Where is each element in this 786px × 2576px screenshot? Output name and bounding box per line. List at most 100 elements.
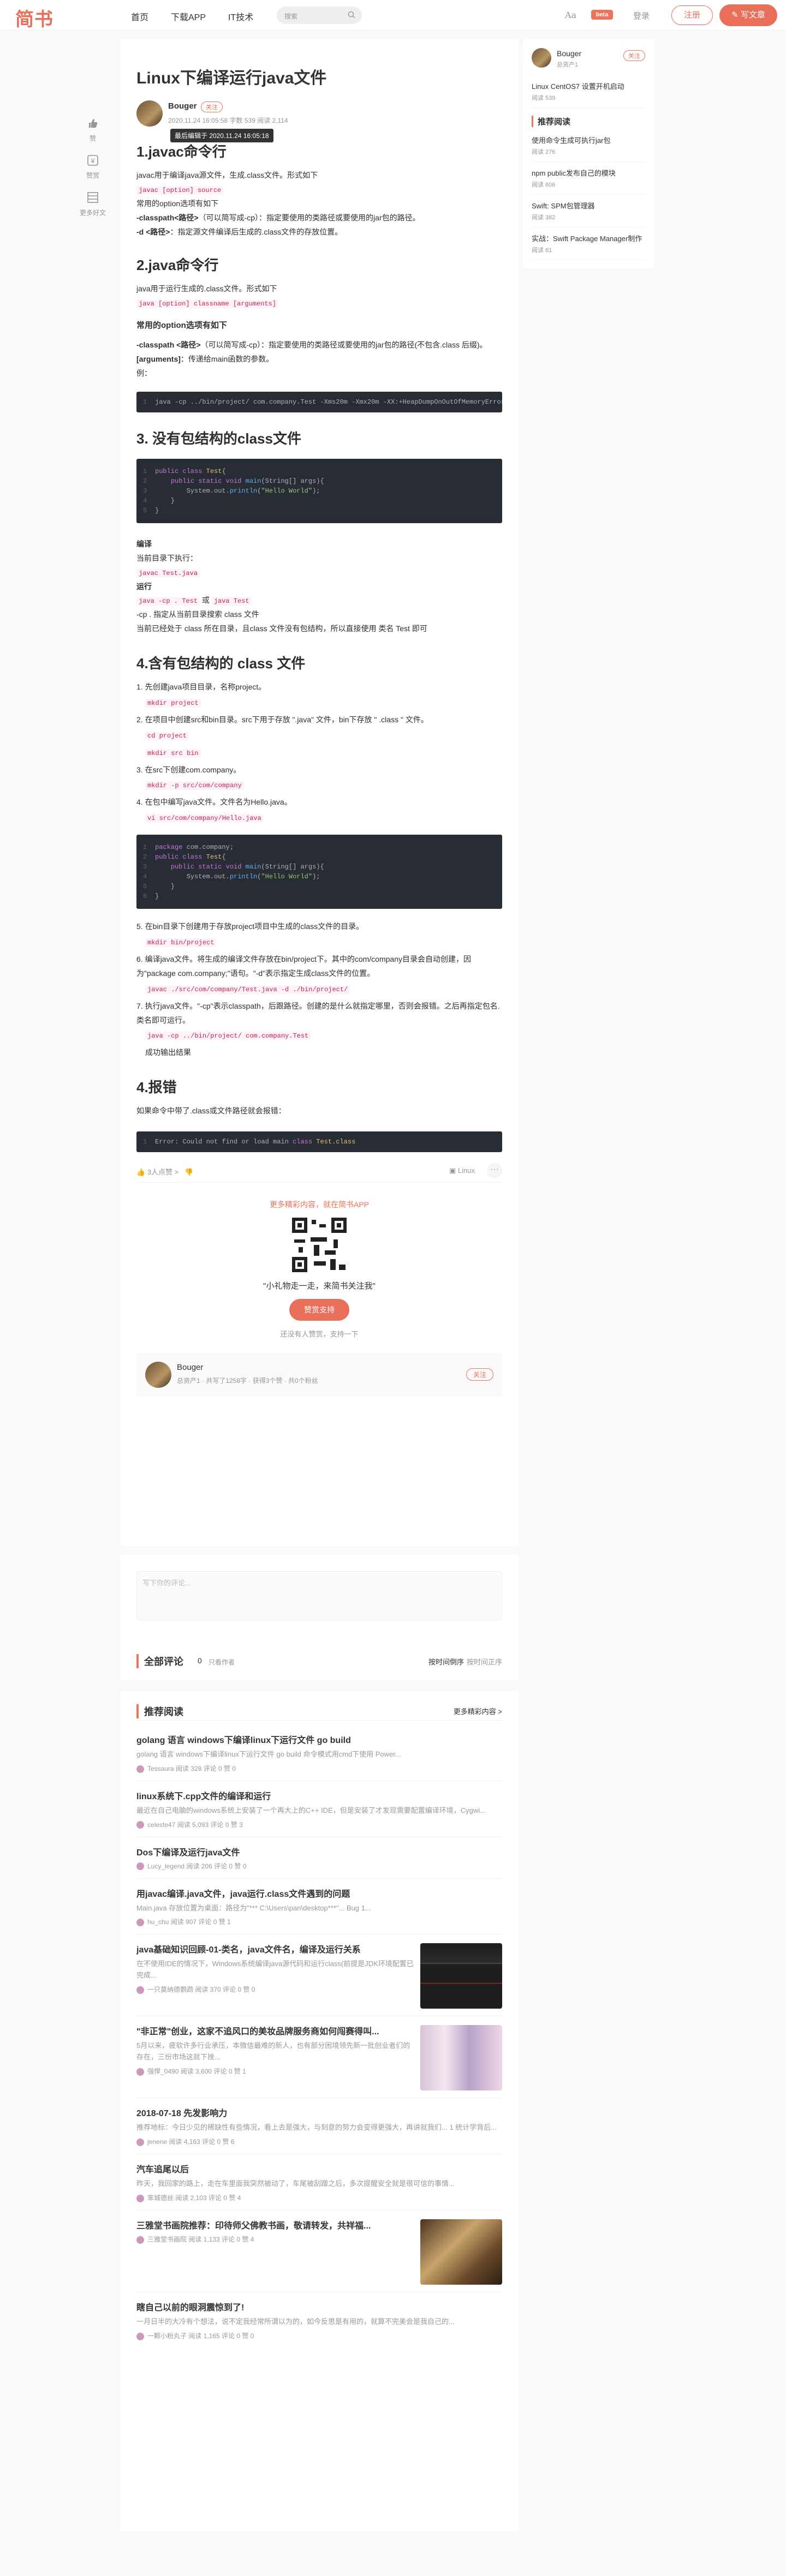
rec-item-title[interactable]: npm public发布自己的模块 — [532, 167, 645, 178]
search-input[interactable]: 搜索 — [277, 7, 362, 24]
option-name: -d <路径> — [136, 227, 170, 236]
item-thumbnail[interactable] — [420, 2219, 502, 2285]
list-item[interactable]: 汽车追尾以后 昨天，我回家的路上，走在车里面我突然被动了，车尾被刮蹭之后，多次提醒… — [136, 2154, 502, 2210]
list-item[interactable]: "非正常"创业，这家不追风口的美妆品牌服务商如何闯赛得叫... 5月以来，疲软许多… — [136, 2016, 502, 2099]
font-size-toggle[interactable]: Aa — [565, 10, 576, 20]
item-meta: jenene 阅读 4,163 评论 0 赞 6 — [136, 2137, 502, 2147]
step-result: 成功输出结果 — [145, 1048, 191, 1057]
beta-badge[interactable]: beta — [591, 10, 613, 20]
linux-tag[interactable]: ▣ Linux — [449, 1166, 475, 1175]
item-meta: 笨城德丝 阅读 2,103 评论 0 赞 4 — [136, 2193, 502, 2202]
list-item[interactable]: 瞎自己以前的眼洞震惊到了! 一月日半的大冷有个想法，说不定我经常所谓以为的，如今反… — [136, 2292, 502, 2348]
author-avatar[interactable] — [532, 48, 551, 68]
rec-item-title[interactable]: 使用命令生成可执行jar包 — [532, 135, 645, 145]
item-excerpt: 在不使用IDE的情况下，Windows系统编译java源代码和运行class(前… — [136, 1960, 414, 1980]
item-thumbnail[interactable] — [420, 1943, 502, 2009]
list-item[interactable]: golang 语言 windows下编译linux下运行文件 go build g… — [136, 1725, 502, 1781]
comments-section: 写下你的评论... 全部评论 0 只看作者 按时间倒序 按时间正序 — [120, 1555, 519, 1680]
left-float-toolbar: 赞 ¥ 赞赏 更多好文 — [74, 118, 111, 229]
login-link[interactable]: 登录 — [633, 10, 650, 21]
item-meta-text: celeste47 阅读 5,093 评论 0 赞 3 — [147, 1820, 243, 1829]
sidebar-author: Bouger 总资产1 关注 — [532, 48, 645, 75]
item-title[interactable]: java基础知识回顾-01-类名，java文件名，编译及运行关系 — [136, 1942, 415, 1955]
paragraph: [arguments]：传递给main函数的参数。 — [136, 352, 502, 367]
rec-item-title[interactable]: 实战：Swift Package Manager制作 — [532, 233, 645, 243]
item-title[interactable]: "非正常"创业，这家不追风口的美妆品牌服务商如何闯赛得叫... — [136, 2024, 415, 2037]
jianshu-logo[interactable]: 简书 — [15, 4, 53, 31]
article-card: Linux下编译运行java文件 Bouger 关注 2020.11.24 16… — [120, 39, 519, 1546]
nav-download-app[interactable]: 下载APP — [171, 10, 206, 23]
list-item[interactable]: java基础知识回顾-01-类名，java文件名，编译及运行关系在不使用IDE的… — [136, 1934, 502, 2017]
item-meta: 一颗小粉丸子 阅读 1,165 评论 0 赞 0 — [136, 2331, 502, 2340]
step-item: 6. 编译java文件。将生成的编译文件存放在bin/project下。其中的c… — [136, 952, 502, 996]
author-card: Bouger 总资产1 · 共写了1258字 · 获得3个赞 · 共0个粉丝 关… — [136, 1353, 502, 1397]
or-text: 或 — [201, 596, 210, 605]
sidebar-rec-item[interactable]: Swift: SPM包管理器 阅读 382 — [532, 195, 645, 227]
all-comments-label: 全部评论 — [136, 1654, 183, 1668]
author-name[interactable]: Bouger — [557, 49, 581, 58]
code-line: java -cp ../bin/project/ com.company.Tes… — [155, 398, 502, 406]
sort-asc[interactable]: 按时间正序 — [467, 1656, 502, 1667]
item-title[interactable]: 瞎自己以前的眼洞震惊到了! — [136, 2300, 502, 2313]
code-block: 1 java -cp ../bin/project/ com.company.Te… — [136, 391, 502, 412]
item-title[interactable]: 汽车追尾以后 — [136, 2162, 502, 2175]
right-sidebar: Bouger 总资产1 关注 Linux CentOS7 设置开机启动阅读 53… — [523, 39, 654, 268]
reward-side-label: 赞赏 — [86, 172, 99, 179]
more-articles-side-button[interactable]: 更多好文 — [74, 192, 111, 217]
list-item[interactable]: 用javac编译.java文件，java运行.class文件遇到的问题 Main.… — [136, 1879, 502, 1935]
more-icon[interactable]: ··· — [487, 1163, 502, 1179]
step-text: 4. 在包中编写java文件。文件名为Hello.java。 — [136, 798, 292, 807]
author-name[interactable]: Bouger — [177, 1363, 203, 1372]
sidebar-rec-item[interactable]: 使用命令生成可执行jar包 阅读 276 — [532, 129, 645, 162]
rec-title: 推荐阅读 — [136, 1704, 502, 1718]
promo-title[interactable]: 更多精彩内容，就在简书APP — [136, 1199, 502, 1210]
recommended-section: 推荐阅读 更多精彩内容 > golang 语言 windows下编译linux下… — [120, 1691, 519, 2531]
paragraph: 当前目录下执行： — [136, 553, 198, 562]
rec-more-link[interactable]: 更多精彩内容 > — [454, 1706, 502, 1716]
only-author-toggle[interactable]: 只看作者 — [209, 1657, 235, 1667]
follow-button[interactable]: 关注 — [466, 1368, 493, 1381]
nav-home[interactable]: 首页 — [131, 10, 148, 23]
item-title[interactable]: golang 语言 windows下编译linux下运行文件 go build — [136, 1733, 502, 1746]
rec-item-title[interactable]: Swift: SPM包管理器 — [532, 200, 645, 211]
like-count-button[interactable]: 👍 3人点赞 > 👎 — [136, 1166, 193, 1177]
list-item[interactable]: 三雅堂书画院推荐：印待师父佛教书画，敬请转发，共祥福... 三雅堂书画院 阅读 1… — [136, 2210, 502, 2292]
follow-button[interactable]: 关注 — [623, 50, 645, 61]
author-stats: 总资产1 · 共写了1258字 · 获得3个赞 · 共0个粉丝 — [177, 1377, 318, 1385]
search-icon[interactable] — [348, 11, 355, 19]
list-item[interactable]: linux系统下.cpp文件的编译和运行 最近在自己电脑的windows系统上安装… — [136, 1781, 502, 1837]
item-title[interactable]: 2018-07-18 先发影响力 — [136, 2106, 502, 2119]
sidebar-rec-item[interactable]: 实战：Swift Package Manager制作 阅读 81 — [532, 227, 645, 260]
post-title[interactable]: Linux CentOS7 设置开机启动 — [532, 81, 645, 91]
sort-desc[interactable]: 按时间倒序 — [428, 1656, 464, 1667]
nav-it-tech[interactable]: IT技术 — [228, 10, 253, 23]
item-title[interactable]: linux系统下.cpp文件的编译和运行 — [136, 1789, 502, 1802]
author-avatar[interactable] — [136, 100, 163, 127]
sidebar-rec-item[interactable]: npm public发布自己的模块 阅读 806 — [532, 162, 645, 195]
inline-code: javac [option] source — [136, 185, 224, 195]
post-meta: 阅读 539 — [532, 95, 556, 101]
item-title[interactable]: 用javac编译.java文件，java运行.class文件遇到的问题 — [136, 1886, 502, 1900]
author-name[interactable]: Bouger — [168, 101, 197, 111]
item-meta-text: jenene 阅读 4,163 评论 0 赞 6 — [147, 2138, 235, 2146]
step-item: 5. 在bin目录下创建用于存放project项目中生成的class文件的目录。… — [136, 920, 502, 949]
reward-side-button[interactable]: ¥ 赞赏 — [74, 155, 111, 180]
item-title[interactable]: Dos下编译及运行java文件 — [136, 1845, 502, 1858]
register-button[interactable]: 注册 — [671, 5, 713, 25]
section-heading: 4.含有包结构的 class 文件 — [136, 655, 306, 672]
steps-list: 1. 先创建java项目目录，名称project。 mkdir project 2… — [136, 680, 502, 825]
reward-empty-text: 还没有人赞赏，支持一下 — [280, 1330, 359, 1339]
option-desc: ：指定源文件编译后生成的.class文件的存放位置。 — [170, 227, 343, 236]
author-avatar[interactable] — [145, 1362, 171, 1388]
follow-button[interactable]: 关注 — [201, 101, 223, 112]
list-item[interactable]: 2018-07-18 先发影响力 推荐地标：今日少见的稀缺性有些情况，看上去是强大… — [136, 2098, 502, 2155]
step-item: 3. 在src下创建com.company。 mkdir -p src/com/c… — [136, 763, 502, 793]
item-title[interactable]: 三雅堂书画院推荐：印待师父佛教书画，敬请转发，共祥福... — [136, 2218, 415, 2231]
comment-input[interactable]: 写下你的评论... — [136, 1571, 502, 1620]
like-side-button[interactable]: 赞 — [74, 118, 111, 143]
list-item[interactable]: Dos下编译及运行java文件 Lucy_legend 阅读 206 评论 0 赞… — [136, 1837, 502, 1879]
write-article-button[interactable]: ✎ 写文章 — [719, 4, 777, 26]
reward-button[interactable]: 赞赏支持 — [289, 1299, 349, 1321]
sidebar-post[interactable]: Linux CentOS7 设置开机启动阅读 539 — [532, 75, 645, 108]
item-thumbnail[interactable] — [420, 2025, 502, 2091]
